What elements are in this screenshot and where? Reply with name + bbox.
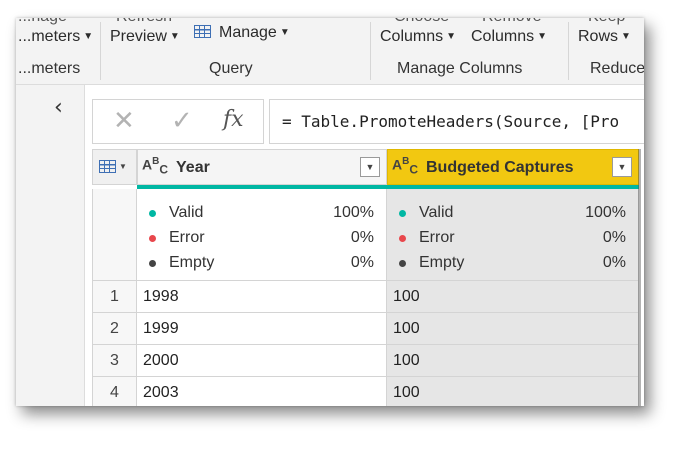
data-grid: ▼ ABC Year ▼ ABC Budgeted Captures ▼ Val…: [92, 149, 644, 406]
quality-empty-row: Empty 0%: [149, 254, 374, 276]
row-number[interactable]: 1: [92, 281, 137, 313]
ribbon-cut-label: Choose: [394, 18, 449, 26]
profile-corner: [92, 189, 137, 280]
chevron-down-icon: ▼: [119, 162, 127, 171]
cell-year[interactable]: 2003: [137, 377, 387, 406]
group-label-query: Query: [209, 60, 253, 77]
formula-bar-buttons: ✕ ✓ fx: [92, 99, 264, 144]
cell-year[interactable]: 1998: [137, 281, 387, 313]
power-query-editor: ...nage ...meters▼ Refresh Preview▼ Mana…: [16, 18, 644, 406]
empty-dot-icon: [149, 260, 156, 267]
table-icon: [99, 160, 116, 173]
column-header-year[interactable]: ABC Year ▼: [137, 149, 387, 185]
chevron-down-icon: ▼: [446, 31, 457, 42]
choose-columns-button[interactable]: Columns ▼: [380, 28, 456, 46]
error-dot-icon: [399, 235, 406, 242]
chevron-left-icon[interactable]: ‹: [54, 95, 63, 120]
ribbon-cut-label: Keep: [588, 18, 625, 26]
quality-valid-row: Valid 100%: [399, 204, 626, 226]
group-label-parameters: ...meters: [18, 60, 81, 77]
ribbon: ...nage ...meters▼ Refresh Preview▼ Mana…: [16, 18, 644, 85]
chevron-down-icon: ▼: [169, 31, 180, 42]
ribbon-separator: [370, 22, 371, 80]
formula-bar-input[interactable]: = Table.PromoteHeaders(Source, [Pro: [269, 99, 644, 144]
quality-error-row: Error 0%: [149, 229, 374, 251]
next-column-edge: [638, 149, 641, 406]
text-type-icon[interactable]: ABC: [392, 156, 418, 176]
manage-button[interactable]: Manage ▼: [194, 24, 290, 42]
table-icon: [194, 25, 211, 38]
valid-dot-icon: [399, 210, 406, 217]
ribbon-cut-label: Remove: [482, 18, 542, 26]
quality-percent: 0%: [602, 229, 626, 246]
quality-percent: 100%: [585, 204, 626, 221]
group-label-reduce: Reduce: [590, 60, 644, 77]
cancel-icon[interactable]: ✕: [113, 106, 135, 136]
valid-dot-icon: [149, 210, 156, 217]
quality-label: Empty: [419, 254, 465, 271]
empty-dot-icon: [399, 260, 406, 267]
quality-percent: 100%: [333, 204, 374, 221]
quality-label: Valid: [169, 204, 204, 221]
chevron-down-icon: ▼: [83, 31, 94, 42]
chevron-down-icon: ▼: [537, 31, 548, 42]
cell-budgeted-captures[interactable]: 100: [387, 313, 639, 345]
cell-year[interactable]: 2000: [137, 345, 387, 377]
error-dot-icon: [149, 235, 156, 242]
cell-budgeted-captures[interactable]: 100: [387, 345, 639, 377]
queries-pane: ‹: [16, 85, 85, 406]
row-number[interactable]: 3: [92, 345, 137, 377]
quality-percent: 0%: [602, 254, 626, 271]
ribbon-cut-label: Refresh: [116, 18, 172, 26]
group-label-manage-columns: Manage Columns: [397, 60, 523, 77]
chevron-down-icon: ▼: [621, 31, 631, 42]
row-number[interactable]: 4: [92, 377, 137, 406]
quality-label: Valid: [419, 204, 454, 221]
chevron-down-icon: ▼: [279, 27, 290, 38]
formula-text: = Table.PromoteHeaders(Source, [Pro: [282, 112, 620, 131]
column-filter-button[interactable]: ▼: [612, 157, 632, 177]
column-quality-budgeted-captures: Valid 100% Error 0% Empty 0%: [387, 189, 639, 280]
column-name: Year: [176, 159, 210, 176]
column-quality-year: Valid 100% Error 0% Empty 0%: [137, 189, 387, 280]
ribbon-separator: [568, 22, 569, 80]
column-header-budgeted-captures[interactable]: ABC Budgeted Captures ▼: [387, 149, 639, 185]
column-name: Budgeted Captures: [426, 159, 574, 176]
remove-columns-button[interactable]: Columns ▼: [471, 28, 547, 46]
keep-rows-button[interactable]: Rows ▼: [578, 28, 631, 46]
table-menu-button[interactable]: ▼: [92, 149, 137, 185]
quality-label: Empty: [169, 254, 215, 271]
ribbon-cut-label: ...nage: [18, 18, 67, 26]
fx-icon[interactable]: fx: [223, 107, 244, 132]
column-filter-button[interactable]: ▼: [360, 157, 380, 177]
text-type-icon[interactable]: ABC: [142, 156, 168, 176]
quality-label: Error: [419, 229, 455, 246]
confirm-icon[interactable]: ✓: [171, 106, 193, 136]
row-number[interactable]: 2: [92, 313, 137, 345]
quality-percent: 0%: [350, 254, 374, 271]
quality-empty-row: Empty 0%: [399, 254, 626, 276]
quality-label: Error: [169, 229, 205, 246]
quality-valid-row: Valid 100%: [149, 204, 374, 226]
quality-error-row: Error 0%: [399, 229, 626, 251]
cell-budgeted-captures[interactable]: 100: [387, 281, 639, 313]
ribbon-separator: [100, 22, 101, 80]
cell-budgeted-captures[interactable]: 100: [387, 377, 639, 406]
cell-year[interactable]: 1999: [137, 313, 387, 345]
manage-parameters-button[interactable]: ...meters ▼: [18, 28, 93, 46]
refresh-preview-button[interactable]: Preview ▼: [110, 28, 180, 46]
quality-percent: 0%: [350, 229, 374, 246]
